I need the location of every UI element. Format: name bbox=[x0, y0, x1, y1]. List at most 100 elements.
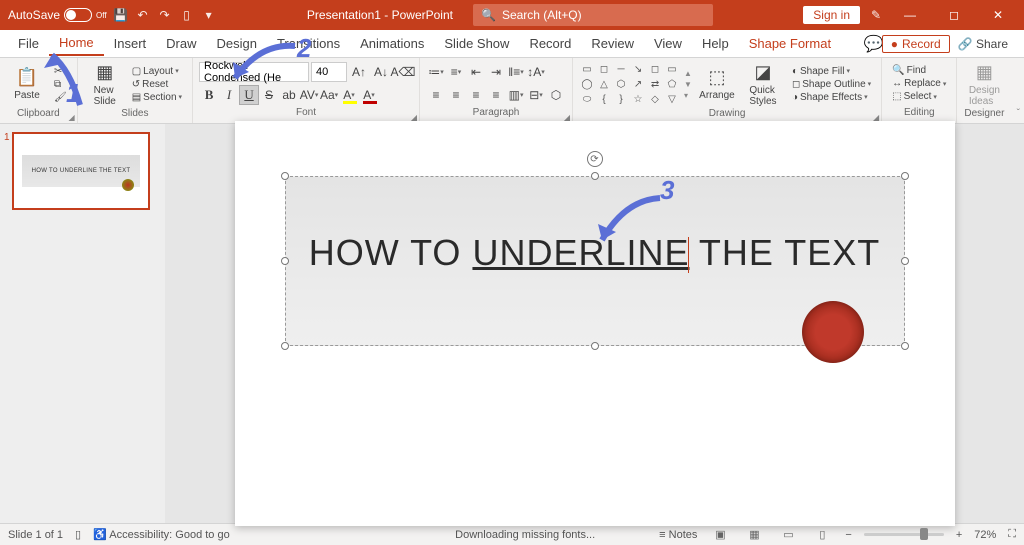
shape-effects-button[interactable]: ◑ Shape Effects bbox=[788, 91, 875, 104]
status-lang-icon[interactable]: ▯ bbox=[75, 528, 81, 541]
arrange-button[interactable]: ⬚Arrange bbox=[696, 60, 738, 108]
find-button[interactable]: 🔍 Find bbox=[888, 64, 950, 77]
coming-soon-icon[interactable]: ✎ bbox=[868, 7, 884, 23]
collapse-ribbon-icon[interactable]: ˇ bbox=[1017, 108, 1020, 119]
replace-button[interactable]: ↔ Replace bbox=[888, 77, 950, 90]
align-left-icon[interactable]: ≡ bbox=[426, 85, 446, 105]
redo-icon[interactable]: ↷ bbox=[157, 7, 173, 23]
annotation-arrow-2 bbox=[225, 38, 305, 93]
handle-icon[interactable] bbox=[901, 342, 909, 350]
gallery-more-icon[interactable]: ▾ bbox=[684, 91, 692, 100]
qat-dropdown-icon[interactable]: ▾ bbox=[201, 7, 217, 23]
numbering-button[interactable]: ≡ bbox=[446, 62, 466, 82]
design-ideas-icon: ▦ bbox=[976, 62, 993, 83]
handle-icon[interactable] bbox=[901, 172, 909, 180]
font-size-combo[interactable]: 40 bbox=[311, 62, 347, 82]
tab-record[interactable]: Record bbox=[519, 32, 581, 55]
select-button[interactable]: ⬚ Select bbox=[888, 90, 950, 103]
tab-review[interactable]: Review bbox=[581, 32, 644, 55]
sorter-view-icon[interactable]: ▦ bbox=[743, 526, 765, 544]
font-color-button[interactable]: A bbox=[359, 85, 379, 105]
close-icon[interactable]: ✕ bbox=[980, 0, 1016, 30]
tab-shape-format[interactable]: Shape Format bbox=[739, 32, 841, 55]
zoom-level[interactable]: 72% bbox=[974, 529, 996, 541]
shape-outline-button[interactable]: ◻ Shape Outline bbox=[788, 78, 875, 91]
shape-fill-button[interactable]: ◐ Shape Fill bbox=[788, 65, 875, 78]
shapes-gallery[interactable]: ▭◻─↘◻▭ ◯△⬡↗⇄⬠ ⬭{}☆◇▽ bbox=[579, 62, 680, 106]
tab-help[interactable]: Help bbox=[692, 32, 739, 55]
start-from-beginning-icon[interactable]: ▯ bbox=[179, 7, 195, 23]
change-case-button[interactable]: Aa bbox=[319, 85, 339, 105]
notes-button[interactable]: ≡ Notes bbox=[659, 529, 697, 541]
align-right-icon[interactable]: ≡ bbox=[466, 85, 486, 105]
bullets-button[interactable]: ≔ bbox=[426, 62, 446, 82]
seal-icon bbox=[802, 301, 864, 363]
handle-icon[interactable] bbox=[281, 342, 289, 350]
new-slide-label: New Slide bbox=[94, 85, 116, 107]
fit-to-window-icon[interactable]: ⛶ bbox=[1008, 528, 1016, 541]
increase-font-icon[interactable]: A↑ bbox=[349, 62, 369, 82]
zoom-slider[interactable] bbox=[864, 533, 944, 536]
new-slide-button[interactable]: ▦New Slide bbox=[84, 60, 126, 108]
reset-button[interactable]: ↺ Reset bbox=[128, 78, 186, 91]
tab-slideshow[interactable]: Slide Show bbox=[434, 32, 519, 55]
autosave-toggle[interactable]: AutoSave Off bbox=[8, 8, 107, 22]
design-ideas-button[interactable]: ▦Design Ideas bbox=[963, 60, 1005, 108]
tab-view[interactable]: View bbox=[644, 32, 692, 55]
align-text-button[interactable]: ⊟ bbox=[526, 85, 546, 105]
rotate-handle-icon[interactable]: ⟳ bbox=[587, 151, 603, 167]
clear-formatting-icon[interactable]: A⌫ bbox=[393, 62, 413, 82]
section-button[interactable]: ▤ Section bbox=[128, 91, 186, 104]
thumb-seal-icon bbox=[122, 179, 134, 191]
handle-icon[interactable] bbox=[281, 257, 289, 265]
undo-icon[interactable]: ↶ bbox=[135, 7, 151, 23]
decrease-indent-icon[interactable]: ⇤ bbox=[466, 62, 486, 82]
status-accessibility[interactable]: ♿ Accessibility: Good to go bbox=[93, 528, 230, 541]
tab-draw[interactable]: Draw bbox=[156, 32, 206, 55]
handle-icon[interactable] bbox=[591, 342, 599, 350]
increase-indent-icon[interactable]: ⇥ bbox=[486, 62, 506, 82]
share-button[interactable]: 🔗 Share bbox=[950, 35, 1016, 53]
gallery-down-icon[interactable]: ▼ bbox=[684, 80, 692, 89]
tab-insert[interactable]: Insert bbox=[104, 32, 157, 55]
line-spacing-button[interactable]: ‖≡ bbox=[506, 62, 526, 82]
handle-icon[interactable] bbox=[591, 172, 599, 180]
minimize-icon[interactable]: — bbox=[892, 0, 928, 30]
tab-animations[interactable]: Animations bbox=[350, 32, 434, 55]
justify-icon[interactable]: ≡ bbox=[486, 85, 506, 105]
save-icon[interactable]: 💾 bbox=[113, 7, 129, 23]
comments-icon[interactable]: 💬 bbox=[864, 34, 882, 54]
group-designer: ▦Design Ideas Designer bbox=[957, 58, 1011, 123]
layout-button[interactable]: ▢ Layout bbox=[128, 65, 186, 78]
slideshow-view-icon[interactable]: ▯ bbox=[811, 526, 833, 544]
zoom-thumb[interactable] bbox=[920, 528, 928, 540]
text-direction-button[interactable]: ↕A bbox=[526, 62, 546, 82]
notes-label: Notes bbox=[669, 529, 698, 541]
quick-styles-icon: ◪ bbox=[754, 62, 771, 83]
highlight-button[interactable]: A bbox=[339, 85, 359, 105]
zoom-out-icon[interactable]: − bbox=[845, 529, 851, 541]
reading-view-icon[interactable]: ▭ bbox=[777, 526, 799, 544]
handle-icon[interactable] bbox=[901, 257, 909, 265]
thumb-text: HOW TO UNDERLINE THE TEXT bbox=[32, 168, 131, 174]
columns-button[interactable]: ▥ bbox=[506, 85, 526, 105]
search-box[interactable]: 🔍 Search (Alt+Q) bbox=[473, 4, 713, 26]
smartart-button[interactable]: ⬡ bbox=[546, 85, 566, 105]
maximize-icon[interactable]: ◻ bbox=[936, 0, 972, 30]
handle-icon[interactable] bbox=[281, 172, 289, 180]
quick-styles-button[interactable]: ◪Quick Styles bbox=[742, 60, 784, 108]
gallery-up-icon[interactable]: ▲ bbox=[684, 69, 692, 78]
signin-button[interactable]: Sign in bbox=[803, 6, 860, 24]
slide-canvas-area[interactable]: ⟳ HOW TO UNDERLINE THE TEXT bbox=[165, 124, 1024, 523]
record-button[interactable]: ●Record bbox=[882, 35, 950, 53]
decrease-font-icon[interactable]: A↓ bbox=[371, 62, 391, 82]
normal-view-icon[interactable]: ▣ bbox=[709, 526, 731, 544]
align-center-icon[interactable]: ≡ bbox=[446, 85, 466, 105]
slide-thumbnail-1[interactable]: 1 HOW TO UNDERLINE THE TEXT bbox=[12, 132, 153, 210]
autosave-label: AutoSave bbox=[8, 8, 60, 22]
layout-label: Layout bbox=[143, 66, 173, 77]
zoom-in-icon[interactable]: + bbox=[956, 529, 962, 541]
bold-button[interactable]: B bbox=[199, 85, 219, 105]
group-drawing: ▭◻─↘◻▭ ◯△⬡↗⇄⬠ ⬭{}☆◇▽ ▲ ▼ ▾ ⬚Arrange ◪Qui… bbox=[573, 58, 882, 123]
document-title: Presentation1 - PowerPoint bbox=[307, 8, 453, 22]
